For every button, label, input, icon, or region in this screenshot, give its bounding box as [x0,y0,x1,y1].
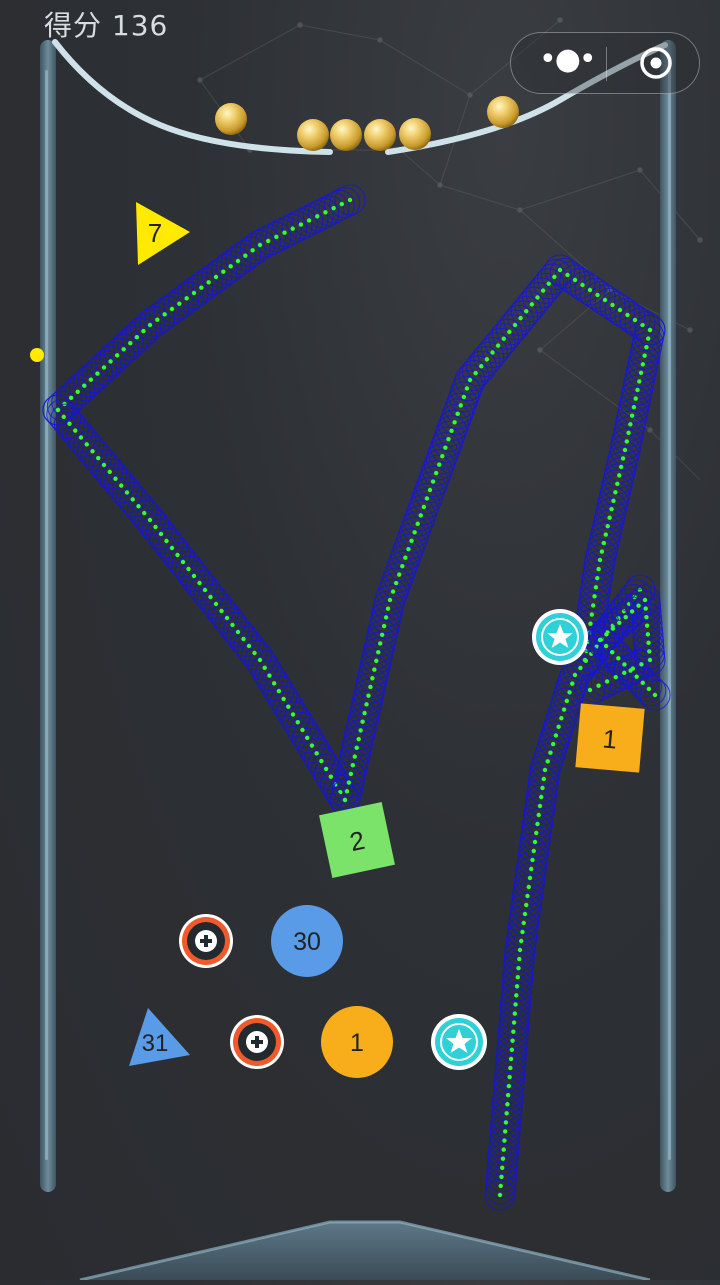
block-circle-1: 1 [321,1006,393,1078]
block-triangle-7: 7 [136,202,190,265]
block-value: 30 [293,928,321,956]
block-triangle-31: 31 [129,1008,190,1066]
block-value: 1 [350,1029,364,1057]
block-value: 7 [148,218,162,248]
mini-program-capsule: •●• [510,32,700,94]
game-canvas: 7 2 1 30 31 1 [30,17,703,1282]
block-square-2: 2 [319,802,395,878]
plus-icon [179,914,233,968]
floor-platform [80,1222,650,1280]
star-icon [532,609,588,665]
score-display: 得分 136 [44,4,168,44]
score-label: 得分 [44,9,103,42]
plus-icon [230,1015,284,1069]
block-value: 1 [601,723,618,754]
capsule-divider [606,47,607,81]
block-circle-30: 30 [271,905,343,977]
score-value: 136 [111,9,169,42]
star-icon [431,1014,487,1070]
game-stage[interactable]: 7 2 1 30 31 1 得分 136 •●• [0,0,720,1282]
target-close-icon[interactable] [639,46,673,80]
launcher-balls [215,96,519,151]
block-square-1: 1 [575,703,645,773]
stray-ball [30,348,44,362]
block-value: 31 [142,1030,169,1057]
more-dots-icon[interactable]: •●• [539,45,597,77]
